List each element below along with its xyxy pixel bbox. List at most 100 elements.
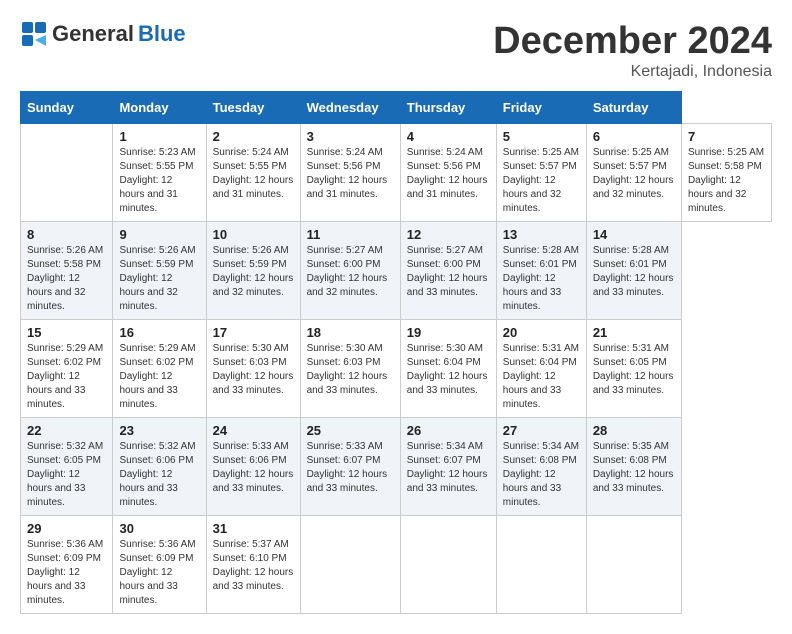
day-number: 27 [503,423,580,438]
empty-cell [586,516,681,614]
calendar-week-row: 8Sunrise: 5:26 AM Sunset: 5:58 PM Daylig… [21,222,772,320]
day-number: 30 [119,521,199,536]
day-header-sunday: Sunday [21,92,113,124]
day-header-wednesday: Wednesday [300,92,400,124]
day-number: 5 [503,129,580,144]
day-info: Sunrise: 5:28 AM Sunset: 6:01 PM Dayligh… [593,244,675,300]
calendar-week-row: 15 Sunrise: 5:29 AM Sunset: 6:02 PM Dayli… [21,320,772,418]
day-info: Sunrise: 5:37 AM Sunset: 6:10 PM Dayligh… [213,538,294,594]
day-info: Sunrise: 5:25 AM Sunset: 5:57 PM Dayligh… [593,146,675,202]
day-number: 22 [27,423,106,438]
day-number: 21 [593,325,675,340]
title-block: December 2024 Kertajadi, Indonesia [493,20,772,81]
day-info: Sunrise: 5:33 AM Sunset: 6:07 PM Dayligh… [307,440,394,496]
day-info: Sunrise: 5:34 AM Sunset: 6:07 PM Dayligh… [407,440,490,496]
calendar-day-cell: 24Sunrise: 5:33 AM Sunset: 6:06 PM Dayli… [206,418,300,516]
empty-cell [496,516,586,614]
calendar-day-cell: 19 Sunrise: 5:30 AM Sunset: 6:04 PM Dayli… [400,320,496,418]
calendar-day-cell: 2 Sunrise: 5:24 AM Sunset: 5:55 PM Daylig… [206,124,300,222]
day-header-tuesday: Tuesday [206,92,300,124]
calendar-day-cell: 15 Sunrise: 5:29 AM Sunset: 6:02 PM Dayli… [21,320,113,418]
day-header-thursday: Thursday [400,92,496,124]
calendar-week-row: 29 Sunrise: 5:36 AM Sunset: 6:09 PM Dayli… [21,516,772,614]
day-info: Sunrise: 5:30 AM Sunset: 6:03 PM Dayligh… [213,342,294,398]
calendar-day-cell: 13 Sunrise: 5:28 AM Sunset: 6:01 PM Dayli… [496,222,586,320]
calendar-day-cell: 6 Sunrise: 5:25 AM Sunset: 5:57 PM Daylig… [586,124,681,222]
day-info: Sunrise: 5:32 AM Sunset: 6:05 PM Dayligh… [27,440,106,510]
day-number: 15 [27,325,106,340]
logo: GeneralBlue [20,20,186,48]
calendar-header-row: SundayMondayTuesdayWednesdayThursdayFrid… [21,92,772,124]
calendar-day-cell: 1Sunrise: 5:23 AM Sunset: 5:55 PM Daylig… [113,124,206,222]
day-header-monday: Monday [113,92,206,124]
calendar-day-cell: 31 Sunrise: 5:37 AM Sunset: 6:10 PM Dayli… [206,516,300,614]
calendar-day-cell: 22 Sunrise: 5:32 AM Sunset: 6:05 PM Dayli… [21,418,113,516]
calendar-day-cell: 26 Sunrise: 5:34 AM Sunset: 6:07 PM Dayli… [400,418,496,516]
day-number: 13 [503,227,580,242]
day-info: Sunrise: 5:24 AM Sunset: 5:56 PM Dayligh… [307,146,394,202]
day-number: 29 [27,521,106,536]
logo-blue: Blue [138,21,186,47]
calendar-day-cell: 8Sunrise: 5:26 AM Sunset: 5:58 PM Daylig… [21,222,113,320]
day-number: 11 [307,227,394,242]
calendar-day-cell: 20 Sunrise: 5:31 AM Sunset: 6:04 PM Dayli… [496,320,586,418]
calendar-day-cell: 23 Sunrise: 5:32 AM Sunset: 6:06 PM Dayli… [113,418,206,516]
day-info: Sunrise: 5:35 AM Sunset: 6:08 PM Dayligh… [593,440,675,496]
calendar-day-cell: 16Sunrise: 5:29 AM Sunset: 6:02 PM Dayli… [113,320,206,418]
calendar-day-cell: 11 Sunrise: 5:27 AM Sunset: 6:00 PM Dayli… [300,222,400,320]
day-info: Sunrise: 5:29 AM Sunset: 6:02 PM Dayligh… [27,342,106,412]
calendar-day-cell: 5Sunrise: 5:25 AM Sunset: 5:57 PM Daylig… [496,124,586,222]
day-number: 19 [407,325,490,340]
day-number: 12 [407,227,490,242]
day-number: 18 [307,325,394,340]
logo-general: General [52,21,134,47]
calendar-day-cell: 14Sunrise: 5:28 AM Sunset: 6:01 PM Dayli… [586,222,681,320]
day-number: 6 [593,129,675,144]
day-number: 31 [213,521,294,536]
logo-text: GeneralBlue [20,20,186,48]
day-info: Sunrise: 5:23 AM Sunset: 5:55 PM Dayligh… [119,146,199,216]
day-number: 9 [119,227,199,242]
logo-icon [20,20,48,48]
day-info: Sunrise: 5:30 AM Sunset: 6:04 PM Dayligh… [407,342,490,398]
empty-cell [21,124,113,222]
calendar-day-cell: 9Sunrise: 5:26 AM Sunset: 5:59 PM Daylig… [113,222,206,320]
day-info: Sunrise: 5:26 AM Sunset: 5:58 PM Dayligh… [27,244,106,314]
day-header-friday: Friday [496,92,586,124]
day-number: 3 [307,129,394,144]
calendar-day-cell: 25Sunrise: 5:33 AM Sunset: 6:07 PM Dayli… [300,418,400,516]
calendar-day-cell: 12 Sunrise: 5:27 AM Sunset: 6:00 PM Dayli… [400,222,496,320]
day-number: 24 [213,423,294,438]
day-info: Sunrise: 5:28 AM Sunset: 6:01 PM Dayligh… [503,244,580,314]
day-number: 4 [407,129,490,144]
day-info: Sunrise: 5:26 AM Sunset: 5:59 PM Dayligh… [213,244,294,300]
calendar-day-cell: 17 Sunrise: 5:30 AM Sunset: 6:03 PM Dayli… [206,320,300,418]
calendar-day-cell: 10 Sunrise: 5:26 AM Sunset: 5:59 PM Dayli… [206,222,300,320]
calendar-day-cell: 27 Sunrise: 5:34 AM Sunset: 6:08 PM Dayli… [496,418,586,516]
day-number: 20 [503,325,580,340]
day-number: 23 [119,423,199,438]
calendar-day-cell: 29 Sunrise: 5:36 AM Sunset: 6:09 PM Dayli… [21,516,113,614]
day-info: Sunrise: 5:27 AM Sunset: 6:00 PM Dayligh… [307,244,394,300]
calendar-title: December 2024 [493,20,772,63]
calendar-table: SundayMondayTuesdayWednesdayThursdayFrid… [20,91,772,614]
calendar-subtitle: Kertajadi, Indonesia [493,63,772,81]
calendar-day-cell: 7Sunrise: 5:25 AM Sunset: 5:58 PM Daylig… [681,124,771,222]
day-info: Sunrise: 5:31 AM Sunset: 6:04 PM Dayligh… [503,342,580,412]
day-number: 28 [593,423,675,438]
day-number: 26 [407,423,490,438]
day-info: Sunrise: 5:32 AM Sunset: 6:06 PM Dayligh… [119,440,199,510]
day-info: Sunrise: 5:34 AM Sunset: 6:08 PM Dayligh… [503,440,580,510]
day-info: Sunrise: 5:29 AM Sunset: 6:02 PM Dayligh… [119,342,199,412]
day-header-saturday: Saturday [586,92,681,124]
day-info: Sunrise: 5:27 AM Sunset: 6:00 PM Dayligh… [407,244,490,300]
calendar-week-row: 1Sunrise: 5:23 AM Sunset: 5:55 PM Daylig… [21,124,772,222]
day-info: Sunrise: 5:36 AM Sunset: 6:09 PM Dayligh… [119,538,199,608]
day-info: Sunrise: 5:31 AM Sunset: 6:05 PM Dayligh… [593,342,675,398]
day-info: Sunrise: 5:30 AM Sunset: 6:03 PM Dayligh… [307,342,394,398]
day-number: 17 [213,325,294,340]
day-number: 10 [213,227,294,242]
day-number: 2 [213,129,294,144]
day-info: Sunrise: 5:36 AM Sunset: 6:09 PM Dayligh… [27,538,106,608]
day-info: Sunrise: 5:24 AM Sunset: 5:55 PM Dayligh… [213,146,294,202]
